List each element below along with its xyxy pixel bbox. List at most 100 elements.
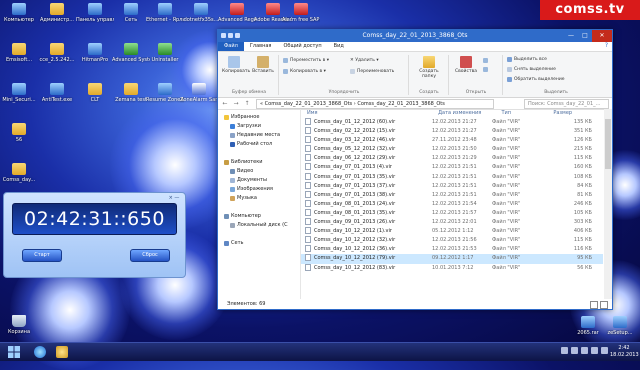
file-row[interactable]: Comss_day_10_12_2012 (83).vir 10.01.2013 … <box>301 263 603 273</box>
desktop-icon-advanced-systemcare[interactable]: Advanced SystemCare 6 <box>112 43 150 75</box>
column-size-header[interactable]: Размер <box>547 109 603 118</box>
desktop-icon-control-panel[interactable]: Панель управления <box>76 3 114 35</box>
file-type-cell: Файл "VIR" <box>492 209 521 216</box>
deselect-button[interactable]: Снять выделение <box>507 67 556 72</box>
file-row[interactable]: Comss_day_05_12_2012 (32).vir 12.02.2013 … <box>301 145 603 154</box>
desktop-icon-folder-56[interactable]: 56 <box>0 123 38 155</box>
desktop-icon-hitmanpro[interactable]: HitmanPro <box>76 43 114 75</box>
desktop-icon-uninstaller[interactable]: Uninstaller <box>146 43 184 75</box>
scrollbar-thumb[interactable] <box>605 119 611 169</box>
stopwatch-window-controls[interactable]: × — <box>167 195 181 201</box>
desktop-icon-label: Zemana test <box>115 97 147 103</box>
desktop-icon-network[interactable]: Сеть <box>112 3 150 35</box>
nav-item[interactable]: Недавние места <box>218 131 300 140</box>
column-name-header[interactable]: Имя <box>301 109 432 118</box>
help-icon[interactable]: ? <box>605 42 608 49</box>
file-row[interactable]: Comss_day_09_01_2013 (26).vir 12.02.2013 … <box>301 218 603 227</box>
desktop-icon-emsisoft[interactable]: Emsisoft... <box>0 43 38 75</box>
move-to-button[interactable]: Переместить в ▾ <box>283 58 329 63</box>
file-row[interactable]: Comss_day_01_12_2012 (60).vir 12.02.2013 … <box>301 118 603 127</box>
desktop-icon-label: Mini_Securi... <box>2 97 36 103</box>
nav-item[interactable]: Рабочий стол <box>218 140 300 149</box>
stopwatch-start-button[interactable]: Старт <box>22 249 62 262</box>
tab-view[interactable]: Вид <box>328 42 350 51</box>
paste-button[interactable]: Вставить <box>250 56 276 74</box>
desktop-icon-ethernet[interactable]: Ethernet - Ярлык <box>146 3 184 35</box>
desktop-icon-zemana[interactable]: Zemana test <box>112 83 150 115</box>
forward-arrow-icon[interactable]: → <box>232 100 240 108</box>
desktop-icon-zonealarm-sandbox[interactable]: ZoneAlarm Sandbox <box>180 83 218 115</box>
desktop-icon-dotnetfx[interactable]: dotnetfx35s... <box>182 3 220 35</box>
flag-tray-icon[interactable] <box>591 347 598 354</box>
copy-to-button[interactable]: Копировать в ▾ <box>283 69 326 74</box>
tab-share[interactable]: Общий доступ <box>277 42 327 51</box>
minimize-button[interactable]: — <box>564 30 578 42</box>
file-name-cell: Comss_day_10_12_2012 (36).vir <box>301 245 432 254</box>
file-type-cell: Файл "VIR" <box>492 200 521 207</box>
file-row[interactable]: Comss_day_10_12_2012 (1).vir 05.12.2012 1… <box>301 227 603 236</box>
new-folder-button[interactable]: Создать папку <box>414 56 444 79</box>
tab-home[interactable]: Главная <box>244 42 278 51</box>
back-arrow-icon[interactable]: ← <box>221 100 229 108</box>
large-icons-view-icon[interactable] <box>600 301 608 309</box>
file-row[interactable]: Comss_day_10_12_2012 (79).vir 09.12.2012 … <box>301 254 603 264</box>
address-field[interactable]: « Comss_day_22_01_2013_3868_Ots › Comss_… <box>256 99 494 109</box>
file-row[interactable]: Comss_day_08_01_2013 (24).vir 12.02.2013 … <box>301 199 603 209</box>
desktop-icon-antitest[interactable]: AntiTest.exe <box>38 83 76 115</box>
ie-taskbar-icon[interactable] <box>34 346 46 358</box>
maximize-button[interactable]: □ <box>578 30 592 42</box>
explorer-taskbar-icon[interactable] <box>56 346 68 358</box>
nav-item[interactable]: Библиотеки <box>218 158 300 167</box>
taskbar-clock[interactable]: 2:42 18.02.2013 <box>610 345 639 359</box>
column-date-header[interactable]: Дата изменения <box>432 109 495 118</box>
nav-item[interactable]: Видео <box>218 167 300 176</box>
search-input[interactable]: Поиск: Comss_day_22_01_... <box>524 99 609 109</box>
close-button[interactable]: ✕ <box>592 30 612 42</box>
open-button[interactable] <box>483 58 488 63</box>
desktop-icon-clt[interactable]: CLT <box>76 83 114 115</box>
file-row[interactable]: Comss_day_07_01_2013 (35).vir 12.02.2013 … <box>301 172 603 182</box>
nav-item[interactable]: Локальный диск (C <box>218 221 300 230</box>
tray-arrow-icon[interactable] <box>561 347 568 354</box>
copy-button[interactable]: Копировать <box>222 56 250 74</box>
file-row[interactable]: Comss_day_10_12_2012 (32).vir 12.02.2013 … <box>301 236 603 245</box>
nav-item[interactable]: Компьютер <box>218 212 300 221</box>
up-arrow-icon[interactable]: ↑ <box>243 100 251 108</box>
desktop-icon-computer[interactable]: Компьютер <box>0 3 38 35</box>
desktop-icon-admin[interactable]: Администр... <box>38 3 76 35</box>
file-row[interactable]: Comss_day_07_01_2013 (4).vir 12.02.2013 2… <box>301 163 603 172</box>
edit-button[interactable] <box>483 67 488 72</box>
nav-item[interactable]: Избранное <box>218 113 300 122</box>
vertical-scrollbar[interactable] <box>604 109 612 299</box>
delete-button[interactable]: ✕ Удалить ▾ <box>350 58 379 63</box>
stopwatch-reset-button[interactable]: Сброс <box>130 249 170 262</box>
desktop-icon-comss-day[interactable]: Comss_day... <box>0 163 38 195</box>
nav-item[interactable]: Изображения <box>218 185 300 194</box>
tab-file[interactable]: Файл <box>218 42 244 51</box>
nav-item[interactable]: Загрузки <box>218 122 300 131</box>
nav-item[interactable]: Музыка <box>218 194 300 203</box>
language-tray-icon[interactable] <box>601 347 608 354</box>
title-bar[interactable]: Comss_day_22_01_2013_3868_Ots — □ ✕ <box>218 30 612 42</box>
file-row[interactable]: Comss_day_03_12_2012 (46).vir 27.11.2012 … <box>301 136 603 145</box>
windows-start-icon[interactable] <box>8 346 20 358</box>
volume-tray-icon[interactable] <box>581 347 588 354</box>
desktop-icon-mini-security[interactable]: Mini_Securi... <box>0 83 38 115</box>
nav-item[interactable]: Сеть <box>218 239 300 248</box>
file-row[interactable]: Comss_day_02_12_2012 (15).vir 12.02.2013 … <box>301 127 603 136</box>
select-all-button[interactable]: Выделить все <box>507 57 547 62</box>
details-view-icon[interactable] <box>590 301 598 309</box>
properties-button[interactable]: Свойства <box>452 56 480 74</box>
rename-button[interactable]: Переименовать <box>350 69 394 74</box>
file-row[interactable]: Comss_day_07_01_2013 (37).vir 12.02.2013 … <box>301 181 603 191</box>
file-row[interactable]: Comss_day_06_12_2012 (29).vir 12.02.2013 … <box>301 154 603 163</box>
invert-selection-button[interactable]: Обратить выделение <box>507 77 565 82</box>
file-row[interactable]: Comss_day_10_12_2012 (36).vir 12.02.2013 … <box>301 245 603 254</box>
desktop-icon-cce[interactable]: cce_2.5.242... <box>38 43 76 75</box>
nav-item[interactable]: Документы <box>218 176 300 185</box>
network-tray-icon[interactable] <box>571 347 578 354</box>
file-row[interactable]: Comss_day_08_01_2013 (35).vir 12.02.2013 … <box>301 208 603 218</box>
file-row[interactable]: Comss_day_07_01_2013 (38).vir 12.02.2013 … <box>301 190 603 200</box>
column-type-header[interactable]: Тип <box>495 109 547 118</box>
desktop-icon-resume-zonealarm[interactable]: Resume ZoneAlarm <box>146 83 184 115</box>
